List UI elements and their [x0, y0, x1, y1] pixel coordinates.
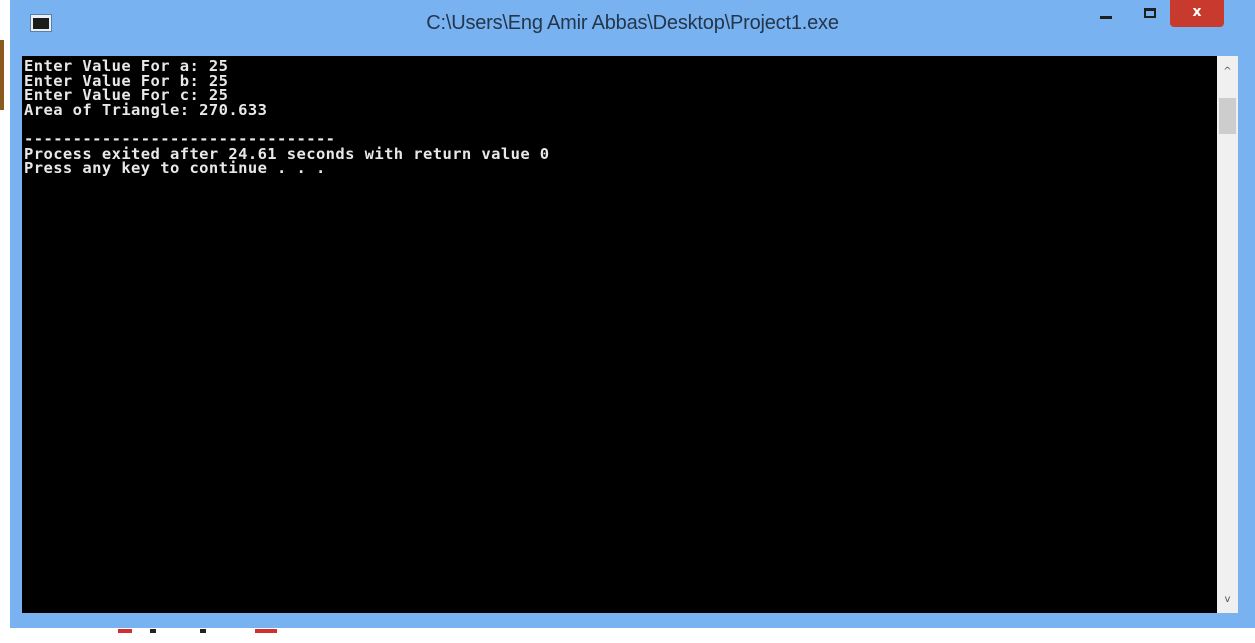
background-window-bottom: [0, 628, 1255, 643]
scrollbar-thumb[interactable]: [1219, 98, 1236, 134]
background-fragment: [150, 629, 156, 633]
console-line-continue-prompt: Press any key to continue . . .: [24, 159, 326, 178]
title-bar[interactable]: C:\Users\Eng Amir Abbas\Desktop\Project1…: [10, 0, 1255, 47]
vertical-scrollbar[interactable]: ^ v: [1217, 56, 1238, 613]
close-button[interactable]: x: [1170, 0, 1224, 27]
console-output-area[interactable]: Enter Value For a: 25 Enter Value For b: …: [22, 56, 1217, 613]
background-fragment: [118, 629, 132, 633]
background-window: [0, 0, 10, 643]
background-fragment: [200, 629, 206, 633]
background-window-edge: [0, 40, 4, 110]
maximize-button[interactable]: [1130, 0, 1170, 27]
minimize-button[interactable]: [1092, 0, 1122, 27]
scroll-up-arrow-icon[interactable]: ^: [1217, 62, 1238, 82]
close-icon: x: [1192, 4, 1202, 20]
window-title: C:\Users\Eng Amir Abbas\Desktop\Project1…: [426, 12, 839, 34]
scroll-down-arrow-icon[interactable]: v: [1217, 590, 1238, 610]
background-fragment: [255, 629, 277, 633]
console-output: Enter Value For a: 25 Enter Value For b: …: [22, 56, 1217, 176]
console-line-area-result: Area of Triangle: 270.633: [24, 100, 268, 119]
